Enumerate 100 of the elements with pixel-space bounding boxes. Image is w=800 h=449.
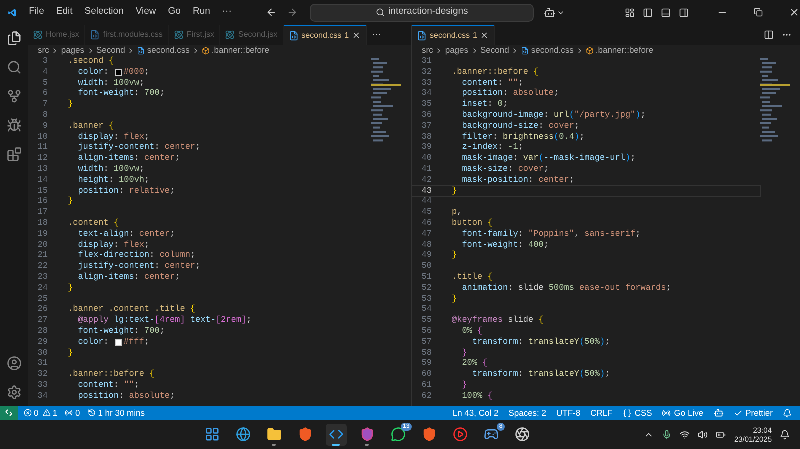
chat-bubble-icon[interactable] (390, 427, 406, 442)
line-number: 55 (420, 315, 433, 326)
explorer-icon[interactable] (6, 31, 22, 46)
volume-icon[interactable] (698, 430, 708, 440)
search-icon[interactable] (6, 60, 22, 75)
status-item[interactable]: Spaces: 2 (508, 406, 547, 420)
back-icon[interactable] (266, 7, 277, 18)
code-editor-icon[interactable] (328, 427, 344, 442)
settings-icon[interactable] (6, 385, 22, 400)
more-tabs-button[interactable]: ··· (367, 25, 386, 45)
menu-item[interactable]: ··· (222, 5, 232, 20)
language-mode[interactable]: CSS (634, 406, 652, 420)
go-live-button[interactable]: Go Live (674, 406, 704, 420)
taskbar-app[interactable] (326, 424, 347, 446)
copilot-icon[interactable] (544, 6, 556, 18)
line-number: 3 (42, 56, 49, 67)
folder-icon[interactable] (266, 427, 282, 442)
source-control-icon[interactable] (6, 89, 22, 104)
wifi-icon[interactable] (680, 430, 690, 440)
ports-count[interactable]: 0 (75, 406, 80, 420)
code-text: transform: translateY(50%); (471, 369, 610, 380)
code-text: inset: 0; (461, 99, 508, 110)
menu-item[interactable]: Run (192, 5, 210, 20)
status-item[interactable]: Ln 43, Col 2 (452, 406, 499, 420)
tab-label: Second.jsx (238, 29, 278, 41)
close-icon[interactable] (352, 31, 362, 40)
running-indicator (365, 444, 370, 446)
run-debug-icon[interactable] (6, 118, 22, 133)
breadcrumb-item[interactable]: src (38, 44, 50, 57)
editor-tab[interactable]: second.css 1 (284, 25, 368, 45)
css-file-icon (288, 30, 299, 40)
code-text: mask-image: var(--mask-image-url); (461, 153, 636, 164)
code-text: width: 100vw; (77, 164, 145, 175)
code-text: .banner .content .title { (68, 304, 196, 316)
code-text: justify-content: center; (77, 261, 201, 272)
menu-item[interactable]: Edit (56, 5, 73, 20)
shield-icon[interactable] (298, 427, 313, 442)
line-number: 42 (420, 174, 433, 186)
restore-icon[interactable] (754, 8, 763, 17)
aperture-icon[interactable] (514, 427, 530, 442)
close-icon[interactable] (789, 7, 800, 18)
prettier-status[interactable]: Prettier (746, 406, 773, 420)
play-icon[interactable] (452, 427, 468, 442)
line-number: 53 (420, 294, 433, 304)
shield-icon[interactable] (360, 427, 375, 442)
breadcrumb-item[interactable]: pages (445, 44, 469, 57)
command-search-field[interactable]: interaction-designs (310, 4, 534, 22)
breadcrumb-item[interactable]: src (422, 44, 434, 57)
battery-icon[interactable] (716, 430, 726, 440)
app-logo-icon (8, 6, 18, 18)
notifications-icon[interactable] (780, 430, 790, 440)
toggle-secondary-sidebar-icon[interactable] (679, 8, 689, 18)
code-text: flex-direction: column; (77, 250, 196, 262)
breadcrumb-item[interactable]: Second (96, 44, 126, 57)
gamepad-icon[interactable] (484, 427, 499, 442)
menu-item[interactable]: Selection (84, 5, 124, 20)
toggle-panel-icon[interactable] (661, 8, 671, 18)
remote-icon[interactable] (5, 409, 13, 417)
globe-icon[interactable] (236, 427, 251, 442)
breadcrumb-item[interactable]: pages (61, 44, 85, 57)
start-menu-icon[interactable] (204, 427, 220, 442)
breadcrumb-item[interactable]: .banner::before (596, 44, 654, 57)
code-text: .banner::before { (452, 66, 539, 78)
session-timer[interactable]: 1 hr 30 mins (98, 406, 145, 420)
breadcrumb-item[interactable]: .banner::before (212, 44, 270, 57)
line-number: 13 (36, 164, 49, 175)
split-editor-icon[interactable] (764, 30, 774, 40)
menu-item[interactable]: File (29, 5, 44, 20)
layout-icon[interactable] (625, 8, 635, 18)
breadcrumb-item[interactable]: second.css (147, 44, 190, 57)
css-file-icon (417, 30, 427, 40)
editor-tab[interactable]: second.css 1 (412, 25, 496, 45)
breadcrumb-item[interactable]: second.css (531, 44, 574, 57)
line-number: 48 (420, 240, 433, 250)
code-text: position: absolute; (461, 88, 560, 100)
code-text: content: ""; (461, 78, 524, 88)
status-item[interactable]: UTF-8 (556, 406, 581, 420)
status-item[interactable]: CRLF (590, 406, 613, 420)
toggle-sidebar-icon[interactable] (643, 8, 653, 18)
warning-count[interactable]: 1 (52, 406, 58, 420)
error-count[interactable]: 0 (34, 406, 39, 420)
account-icon[interactable] (6, 356, 22, 371)
line-number: 34 (420, 88, 433, 100)
shield-icon[interactable] (422, 427, 437, 442)
code-text: 0% { (461, 326, 483, 337)
check-icon (734, 408, 743, 418)
line-number: 57 (420, 336, 433, 348)
menu-item[interactable]: View (136, 5, 156, 20)
breadcrumb-item[interactable]: Second (480, 44, 510, 57)
code-text: align-items: center; (77, 272, 180, 283)
close-icon[interactable] (480, 31, 490, 40)
line-number: 15 (36, 186, 49, 196)
line-number: 29 (36, 336, 49, 348)
line-number: 62 (420, 390, 433, 402)
menu-item[interactable]: Go (168, 5, 181, 20)
line-number: 4 (42, 66, 49, 78)
microphone-icon[interactable] (662, 430, 672, 440)
code-text: #000; (124, 66, 150, 78)
extensions-icon[interactable] (6, 147, 22, 162)
line-number: 37 (420, 120, 433, 132)
